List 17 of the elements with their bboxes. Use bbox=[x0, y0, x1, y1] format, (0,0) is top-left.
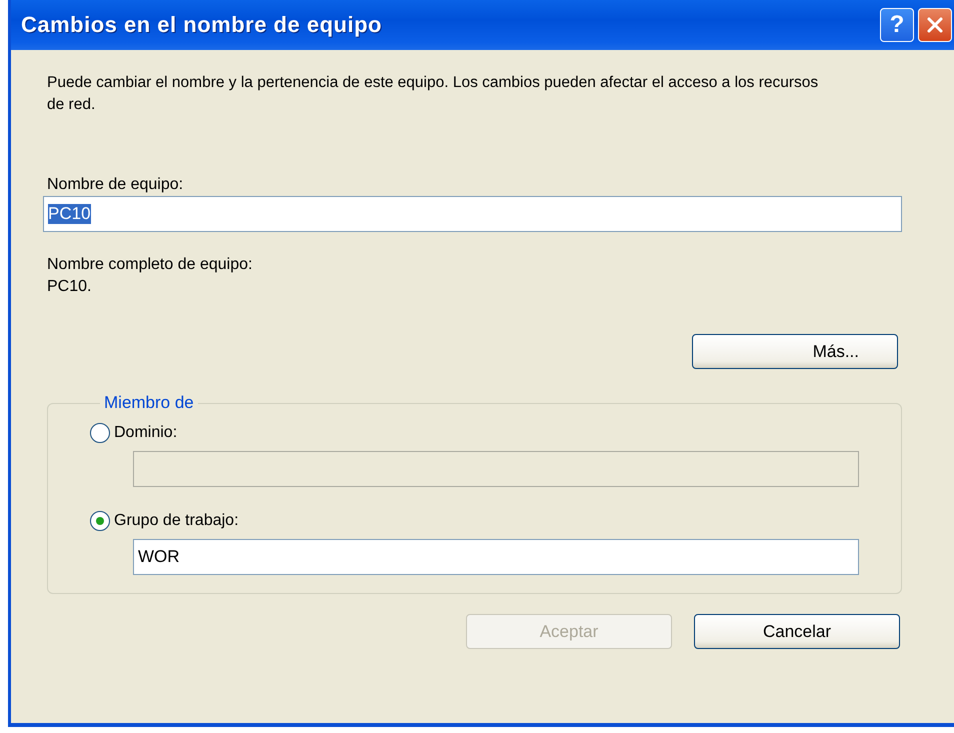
group-title: Miembro de bbox=[103, 393, 195, 413]
dialog-button[interactable]: Cancelar bbox=[694, 614, 900, 649]
help-button[interactable]: ? bbox=[880, 8, 914, 42]
close-button[interactable] bbox=[918, 8, 952, 42]
radio-label: Grupo de trabajo: bbox=[114, 511, 239, 531]
input-field[interactable]: PC10 bbox=[43, 196, 902, 232]
field-label: Nombre de equipo: bbox=[47, 175, 184, 195]
description-text: Puede cambiar el nombre y la pertenencia de este equipo. Los cambios pueden afectar el acceso a los recursos de red. bbox=[47, 73, 820, 115]
window-title: Cambios en el nombre de equipo bbox=[21, 12, 383, 38]
field-label: Nombre completo de equipo: bbox=[47, 255, 254, 275]
input-field[interactable]: WOR bbox=[133, 539, 859, 575]
more-button[interactable]: Más... bbox=[692, 334, 898, 369]
full-name-value: PC10. bbox=[47, 277, 92, 297]
radio-button[interactable] bbox=[90, 423, 110, 443]
close-icon bbox=[926, 16, 944, 34]
radio-button[interactable] bbox=[90, 511, 110, 531]
radio-label: Dominio: bbox=[114, 423, 178, 443]
